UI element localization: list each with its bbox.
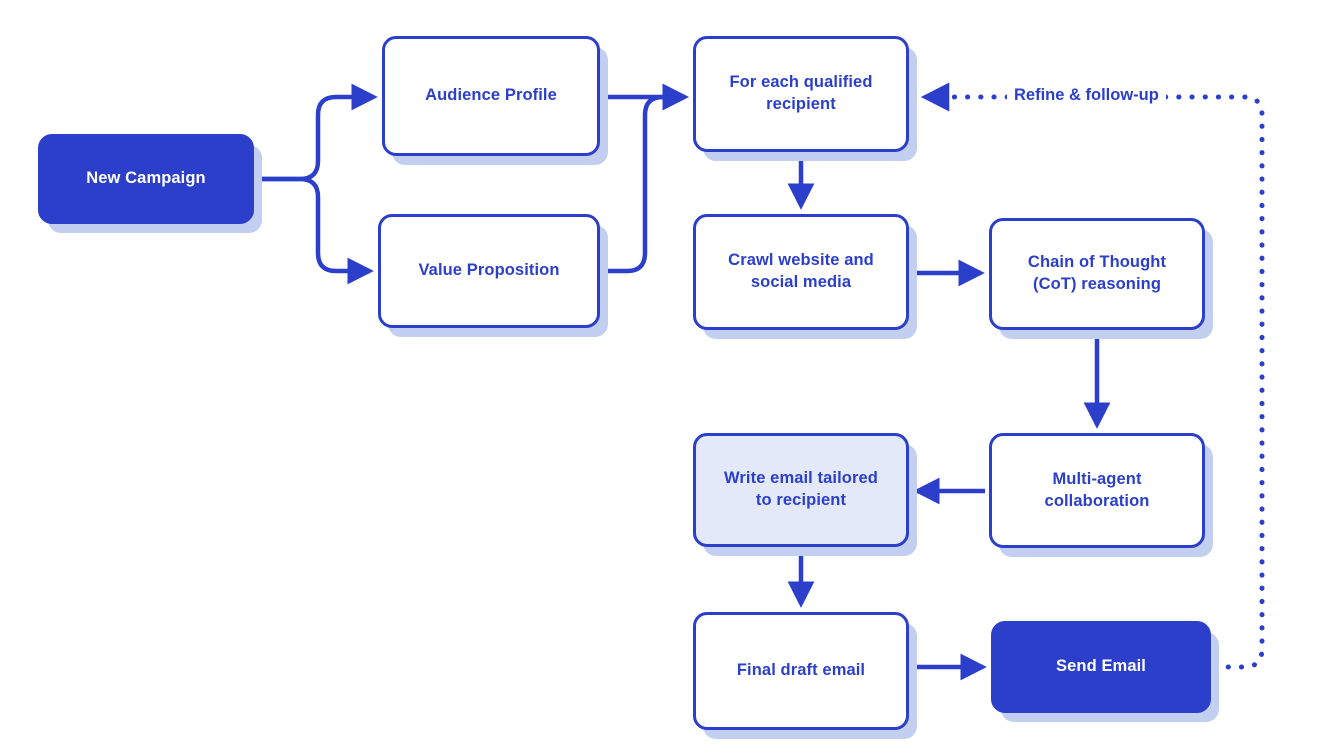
node-new-campaign-label: New Campaign	[86, 169, 206, 188]
node-chain-of-thought-reasoning[interactable]: Chain of Thought (CoT) reasoning	[989, 218, 1205, 330]
edge-new-campaign-to-audience-profile	[256, 83, 378, 182]
edge-label-refine-follow-up: Refine & follow-up	[1007, 86, 1166, 105]
node-for-each-qualified-recipient-label: For each qualified recipient	[729, 73, 873, 113]
node-multi-agent-collaboration-label: Multi-agent collaboration	[1044, 469, 1150, 510]
edge-new-campaign-to-value-proposition	[256, 176, 374, 285]
node-final-draft-email[interactable]: Final draft email	[693, 612, 909, 730]
node-chain-of-thought-reasoning-label: Chain of Thought (CoT) reasoning	[1027, 253, 1167, 293]
node-for-each-qualified-recipient[interactable]: For each qualified recipient	[693, 36, 909, 152]
node-multi-agent-collaboration[interactable]: Multi-agent collaboration	[989, 433, 1205, 548]
node-audience-profile[interactable]: Audience Profile	[382, 36, 600, 156]
node-value-proposition[interactable]: Value Proposition	[378, 214, 600, 328]
node-write-email-tailored-label: Write email tailored to recipient	[724, 469, 878, 509]
flowchart-canvas: New Campaign Audience Profile Value Prop…	[0, 0, 1331, 750]
node-new-campaign[interactable]: New Campaign	[38, 134, 254, 224]
edge-value-proposition-to-for-each	[602, 83, 689, 274]
node-write-email-tailored[interactable]: Write email tailored to recipient	[693, 433, 909, 547]
node-send-email-label: Send Email	[1056, 657, 1146, 676]
node-send-email[interactable]: Send Email	[991, 621, 1211, 713]
edge-send-email-feedback-loop	[920, 82, 1265, 670]
node-value-proposition-label: Value Proposition	[418, 261, 560, 280]
node-audience-profile-label: Audience Profile	[425, 86, 557, 105]
node-crawl-website-social-media[interactable]: Crawl website and social media	[693, 214, 909, 330]
node-final-draft-email-label: Final draft email	[736, 661, 866, 680]
node-crawl-website-social-media-label: Crawl website and social media	[728, 251, 874, 291]
